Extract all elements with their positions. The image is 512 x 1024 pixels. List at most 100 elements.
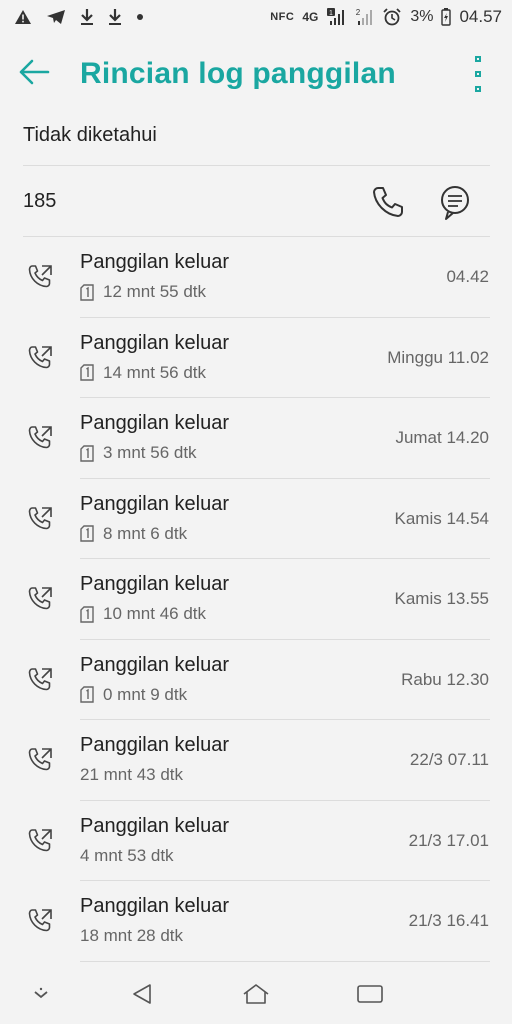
phone-icon: [373, 187, 403, 217]
status-bar: NFC 4G 1 2 3% 04.57: [0, 0, 512, 34]
signal-sim1-icon: 1: [326, 8, 346, 26]
contact-name: Tidak diketahui: [23, 124, 157, 146]
divider: [80, 960, 490, 962]
svg-text:2: 2: [356, 8, 361, 17]
call-duration: 21 mnt 43 dtk: [80, 765, 184, 784]
call-duration: 18 mnt 28 dtk: [80, 926, 184, 945]
call-type: Panggilan keluar: [80, 814, 229, 837]
outgoing-call-icon: [28, 265, 52, 288]
download-icon: [108, 8, 122, 26]
call-duration-row: 14 mnt 56 dtk: [80, 363, 206, 383]
call-duration-row: 12 mnt 55 dtk: [80, 282, 206, 302]
call-duration-row: 4 mnt 53 dtk: [80, 846, 174, 866]
list-item[interactable]: Panggilan keluar 14 mnt 56 dtk Minggu 11…: [0, 318, 512, 398]
message-button[interactable]: [434, 182, 474, 222]
call-duration: 4 mnt 53 dtk: [80, 845, 174, 865]
call-type: Panggilan keluar: [80, 331, 229, 354]
battery-charging-icon: [441, 8, 452, 26]
more-vert-icon: [475, 56, 481, 62]
call-duration-row: 8 mnt 6 dtk: [80, 524, 187, 544]
call-time: Kamis 14.54: [394, 508, 490, 528]
outgoing-call-icon: [28, 909, 52, 932]
notification-dot-icon: [136, 13, 144, 21]
nfc-icon: NFC: [270, 11, 295, 23]
list-item[interactable]: Panggilan keluar 0 mnt 9 dtk Rabu 12.30: [0, 640, 512, 720]
signal-sim2-icon: 2: [354, 8, 374, 26]
arrow-left-icon: [18, 58, 50, 91]
sim1-icon: [80, 444, 94, 462]
sim1-icon: [80, 283, 94, 301]
call-duration-row: 18 mnt 28 dtk: [80, 926, 183, 946]
call-duration-row: 0 mnt 9 dtk: [80, 685, 187, 705]
call-duration-row: 3 mnt 56 dtk: [80, 443, 197, 463]
list-item[interactable]: Panggilan keluar 12 mnt 55 dtk 04.42: [0, 237, 512, 318]
home-icon: [243, 984, 269, 1004]
back-button[interactable]: [18, 46, 76, 102]
call-duration: 10 mnt 46 dtk: [103, 604, 207, 623]
list-item[interactable]: Panggilan keluar 3 mnt 56 dtk Jumat 14.2…: [0, 398, 512, 479]
home-button[interactable]: [240, 980, 272, 1008]
call-time: 21/3 17.01: [408, 830, 489, 850]
call-duration: 12 mnt 55 dtk: [103, 282, 207, 301]
outgoing-call-icon: [28, 426, 52, 449]
call-duration-row: 21 mnt 43 dtk: [80, 765, 183, 785]
outgoing-call-icon: [28, 828, 52, 851]
call-duration: 8 mnt 6 dtk: [103, 523, 188, 543]
page-title: Rincian log panggilan: [80, 57, 396, 90]
more-vert-dot: [475, 71, 481, 77]
list-item[interactable]: Panggilan keluar 4 mnt 53 dtk 21/3 17.01: [0, 801, 512, 881]
warning-icon: [14, 9, 32, 25]
sim1-icon: [80, 525, 94, 542]
network-type-icon: 4G: [302, 10, 319, 24]
call-type: Panggilan keluar: [80, 573, 229, 595]
call-type: Panggilan keluar: [80, 492, 229, 515]
download-icon: [80, 8, 94, 26]
triangle-back-icon: [133, 984, 151, 1004]
call-type: Panggilan keluar: [80, 895, 229, 917]
outgoing-call-icon: [28, 506, 52, 529]
call-button[interactable]: [368, 182, 408, 222]
outgoing-call-icon: [28, 667, 52, 690]
call-time: 04.42: [446, 267, 489, 286]
battery-percent: 3%: [410, 8, 434, 25]
call-time: Jumat 14.20: [395, 428, 489, 447]
outgoing-call-icon: [28, 345, 52, 368]
navigation-bar: [0, 964, 512, 1024]
call-time: Rabu 12.30: [401, 669, 489, 689]
back-nav-button[interactable]: [126, 980, 158, 1008]
alarm-icon: [382, 8, 402, 26]
call-time: Minggu 11.02: [387, 347, 489, 367]
sim1-icon: [80, 605, 94, 623]
call-duration: 0 mnt 9 dtk: [103, 684, 188, 704]
telegram-icon: [46, 9, 66, 25]
call-duration-row: 10 mnt 46 dtk: [80, 604, 206, 624]
svg-text:1: 1: [329, 10, 333, 17]
call-type: Panggilan keluar: [80, 734, 229, 756]
call-type: Panggilan keluar: [80, 251, 229, 273]
list-item[interactable]: Panggilan keluar 21 mnt 43 dtk 22/3 07.1…: [0, 720, 512, 801]
call-time: 22/3 07.11: [409, 750, 489, 769]
call-time: 21/3 16.41: [408, 911, 489, 930]
list-item[interactable]: Panggilan keluar 10 mnt 46 dtk Kamis 13.…: [0, 559, 512, 640]
app-bar: Rincian log panggilan: [0, 42, 512, 106]
call-duration: 3 mnt 56 dtk: [103, 443, 197, 462]
recent-apps-button[interactable]: [354, 980, 386, 1008]
call-time: Kamis 13.55: [394, 589, 490, 608]
sim1-icon: [80, 686, 94, 703]
list-item[interactable]: Panggilan keluar 18 mnt 28 dtk 21/3 16.4…: [0, 881, 512, 962]
clock: 04.57: [459, 7, 502, 26]
recent-apps-icon: [357, 985, 383, 1003]
call-type: Panggilan keluar: [80, 653, 229, 676]
call-log-list: Panggilan keluar 12 mnt 55 dtk 04.42 Pan…: [0, 237, 512, 962]
number-row: 185: [0, 166, 512, 236]
hide-navbar-button[interactable]: [25, 980, 57, 1008]
more-vert-dot: [475, 86, 481, 92]
list-item[interactable]: Panggilan keluar 8 mnt 6 dtk Kamis 14.54: [0, 479, 512, 559]
outgoing-call-icon: [28, 748, 52, 771]
phone-number: 185: [23, 190, 57, 212]
sim1-icon: [80, 364, 94, 381]
call-type: Panggilan keluar: [80, 412, 229, 434]
outgoing-call-icon: [28, 587, 52, 610]
more-options-button[interactable]: [468, 56, 488, 92]
chevron-down-icon: [34, 987, 48, 999]
